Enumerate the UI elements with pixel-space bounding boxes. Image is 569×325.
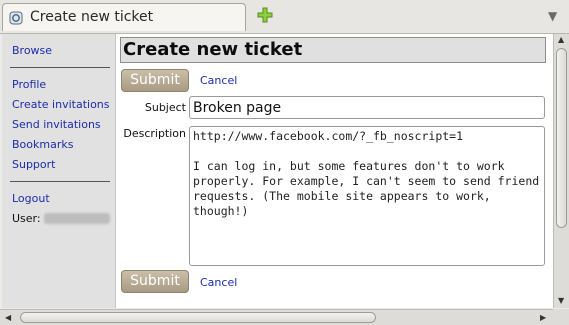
submit-button-top[interactable]: Submit <box>121 69 189 92</box>
page-icon <box>9 11 23 25</box>
sidebar-item-create-invitations[interactable]: Create invitations <box>12 98 110 111</box>
subject-field[interactable] <box>189 96 545 119</box>
scroll-right-icon[interactable]: ▶ <box>540 313 546 322</box>
vertical-scroll-thumb[interactable] <box>556 48 567 228</box>
scrollbar-corner <box>553 309 569 325</box>
submit-button-bottom[interactable]: Submit <box>121 270 189 293</box>
page-title-bar: Create new ticket <box>120 37 546 63</box>
sidebar-item-browse[interactable]: Browse <box>12 44 52 57</box>
scroll-left-icon[interactable]: ◀ <box>5 313 11 322</box>
sidebar-item-bookmarks[interactable]: Bookmarks <box>12 138 73 151</box>
sidebar-divider <box>10 67 110 68</box>
main-content: Create new ticket Submit Cancel Subject … <box>116 34 554 308</box>
sidebar-item-profile[interactable]: Profile <box>12 78 46 91</box>
redacted-username <box>44 213 110 224</box>
cancel-link-top[interactable]: Cancel <box>200 74 237 87</box>
sidebar: Browse Profile Create invitations Send i… <box>2 34 116 308</box>
sidebar-item-support[interactable]: Support <box>12 158 55 171</box>
page-viewport: Browse Profile Create invitations Send i… <box>2 34 554 308</box>
horizontal-scroll-thumb[interactable] <box>20 312 376 323</box>
description-label: Description <box>123 127 186 140</box>
vertical-scrollbar[interactable]: ▲ ▼ <box>553 34 569 308</box>
subject-label: Subject <box>144 101 186 114</box>
page-title: Create new ticket <box>123 39 303 60</box>
chevron-down-icon[interactable]: ▼ <box>548 9 557 23</box>
horizontal-scrollbar[interactable]: ◀ ▶ <box>0 309 553 325</box>
user-label: User: <box>12 212 41 225</box>
sidebar-item-logout[interactable]: Logout <box>12 192 50 205</box>
tab-title: Create new ticket <box>30 9 154 25</box>
scroll-down-icon[interactable]: ▼ <box>558 296 564 305</box>
sidebar-item-send-invitations[interactable]: Send invitations <box>12 118 101 131</box>
scroll-up-icon[interactable]: ▲ <box>558 35 564 44</box>
plus-icon[interactable] <box>256 6 274 24</box>
description-field[interactable]: http://www.facebook.com/?_fb_noscript=1 … <box>189 126 545 266</box>
tab-strip: Create new ticket ▼ <box>0 0 569 34</box>
tab-create-new-ticket[interactable]: Create new ticket <box>2 3 246 31</box>
cancel-link-bottom[interactable]: Cancel <box>200 276 237 289</box>
sidebar-divider <box>10 181 110 182</box>
